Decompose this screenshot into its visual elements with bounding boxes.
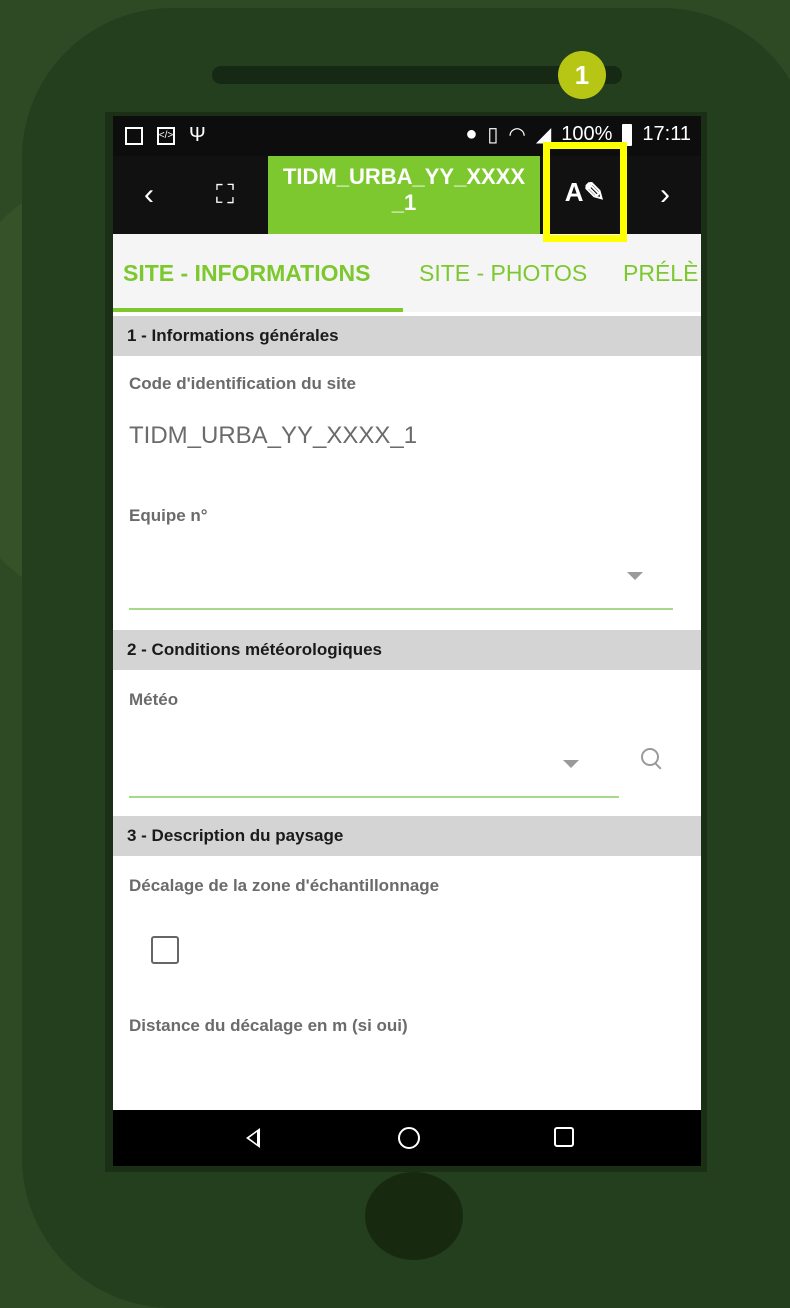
section-header: 1 - Informations générales: [113, 316, 701, 356]
recent-apps-icon[interactable]: [554, 1127, 574, 1147]
step-badge: 1: [558, 51, 606, 99]
home-nav-icon[interactable]: [398, 1127, 420, 1149]
app-screen: </> Ψ ● ▯ ◠ ◢ 100% 17:11 ‹ ⛶ TIDM_URBA_Y…: [113, 116, 701, 1166]
tab-prelevements[interactable]: PRÉLÈ: [623, 260, 698, 287]
android-nav-bar: [113, 1110, 701, 1166]
equipe-dropdown[interactable]: [129, 536, 673, 610]
chevron-down-icon: [627, 572, 643, 580]
back-nav-icon-inner: [249, 1132, 257, 1144]
active-tab-indicator: [113, 308, 403, 312]
decalage-label: Décalage de la zone d'échantillonnage: [129, 876, 440, 895]
phone-home-button: [365, 1172, 463, 1260]
previous-button[interactable]: ‹: [119, 156, 179, 234]
meteo-label: Météo: [129, 690, 179, 709]
usb-icon: Ψ: [189, 124, 206, 146]
next-button[interactable]: ›: [635, 156, 695, 234]
code-value: TIDM_URBA_YY_XXXX_1: [129, 422, 418, 449]
distance-label: Distance du décalage en m (si oui): [129, 1016, 408, 1035]
edit-title-button[interactable]: A✎: [543, 142, 627, 242]
location-icon: ●: [465, 123, 478, 145]
code-label: Code d'identification du site: [129, 374, 356, 393]
equipe-label: Equipe n°: [129, 506, 208, 525]
vibrate-icon: ▯: [487, 124, 499, 146]
field-underline: [129, 796, 619, 798]
search-icon[interactable]: [641, 748, 659, 766]
field-underline: [129, 608, 673, 610]
section-header: 3 - Description du paysage: [113, 816, 701, 856]
image-notification-icon: [125, 126, 143, 145]
wifi-icon: ◠: [508, 124, 526, 146]
record-title: TIDM_URBA_YY_XXXX _1: [268, 156, 540, 234]
tab-site-informations[interactable]: SITE - INFORMATIONS: [123, 260, 370, 287]
section-header: 2 - Conditions météorologiques: [113, 630, 701, 670]
clock: 17:11: [642, 123, 691, 145]
meteo-dropdown[interactable]: [129, 726, 619, 798]
code-notification-icon: </>: [157, 126, 175, 145]
fullscreen-icon[interactable]: ⛶: [195, 156, 255, 234]
tab-site-photos[interactable]: SITE - PHOTOS: [419, 260, 587, 287]
chevron-down-icon: [563, 760, 579, 768]
tab-bar: SITE - INFORMATIONS SITE - PHOTOS PRÉLÈ: [113, 234, 701, 312]
decalage-checkbox[interactable]: [151, 936, 179, 964]
